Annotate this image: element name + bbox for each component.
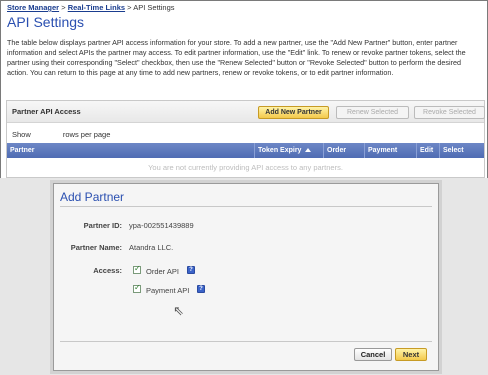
partner-api-access-panel: Partner API Access Add New Partner Renew… xyxy=(6,100,485,178)
rows-per-page-control: Show rows per page xyxy=(12,130,110,139)
partner-id-label: Partner ID: xyxy=(83,221,122,230)
order-api-label: Order API xyxy=(146,267,179,276)
order-api-checkbox[interactable] xyxy=(133,264,141,274)
breadcrumb-store-manager-link[interactable]: Store Manager xyxy=(7,3,59,12)
column-header-token-expiry[interactable]: Token Expiry xyxy=(255,143,324,158)
panel-header: Partner API Access Add New Partner Renew… xyxy=(7,101,485,123)
payment-api-checkbox[interactable] xyxy=(133,283,141,293)
add-new-partner-button[interactable]: Add New Partner xyxy=(258,106,329,119)
column-header-label: Edit xyxy=(420,147,434,154)
help-icon[interactable]: ? xyxy=(197,285,205,293)
column-header-label: Select xyxy=(443,147,464,154)
access-label: Access: xyxy=(93,266,122,275)
column-header-edit: Edit xyxy=(417,143,440,158)
partner-id-value: ypa-002551439889 xyxy=(129,221,194,230)
column-header-label: Token Expiry xyxy=(258,147,302,154)
partner-name-value: Atandra LLC. xyxy=(129,243,174,252)
column-header-label: Partner xyxy=(10,147,35,154)
show-label: Show xyxy=(12,130,31,139)
mouse-pointer-icon: ⇖ xyxy=(173,304,184,319)
breadcrumb-real-time-links-link[interactable]: Real-Time Links xyxy=(68,3,125,12)
breadcrumb: Store Manager > Real-Time Links > API Se… xyxy=(7,3,175,12)
breadcrumb-separator: > xyxy=(61,3,66,12)
column-header-label: Payment xyxy=(368,147,398,154)
revoke-selected-button[interactable]: Revoke Selected xyxy=(414,106,485,119)
payment-api-label: Payment API xyxy=(146,286,190,295)
page-description: The table below displays partner API acc… xyxy=(7,38,466,77)
cancel-button[interactable]: Cancel xyxy=(354,348,392,361)
breadcrumb-separator: > xyxy=(127,3,132,12)
breadcrumb-current: API Settings xyxy=(133,3,175,12)
column-header-partner[interactable]: Partner xyxy=(7,143,255,158)
column-header-select: Select xyxy=(440,143,486,158)
empty-table-message: You are not currently providing API acce… xyxy=(148,163,343,172)
rows-per-page-label: rows per page xyxy=(62,130,111,139)
divider xyxy=(60,206,432,207)
partner-name-label: Partner Name: xyxy=(70,243,122,252)
dialog-title: Add Partner xyxy=(60,190,125,204)
next-button[interactable]: Next xyxy=(395,348,427,361)
renew-selected-button[interactable]: Renew Selected xyxy=(336,106,409,119)
panel-title: Partner API Access xyxy=(12,107,81,116)
table-header: Partner Token Expiry Order Payment Edit … xyxy=(7,143,484,158)
column-header-order[interactable]: Order xyxy=(324,143,365,158)
page-title: API Settings xyxy=(7,14,85,30)
sort-ascending-icon xyxy=(305,148,312,153)
column-header-label: Order xyxy=(327,147,347,154)
add-partner-dialog: Add Partner Partner ID: ypa-002551439889… xyxy=(53,183,439,371)
help-icon[interactable]: ? xyxy=(187,266,195,274)
column-header-payment[interactable]: Payment xyxy=(365,143,417,158)
divider xyxy=(60,341,432,342)
